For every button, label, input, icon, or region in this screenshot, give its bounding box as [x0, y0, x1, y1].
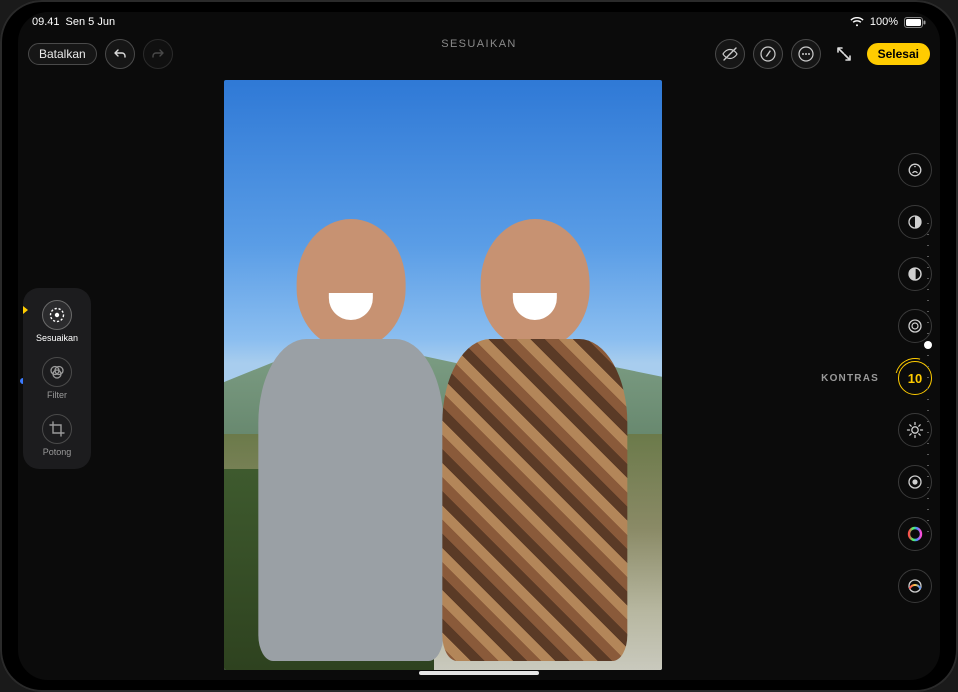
- adjust-icon: [42, 300, 72, 330]
- mode-panel: Sesuaikan Filter Potong: [23, 288, 91, 469]
- left-mode-strip: Sesuaikan Filter Potong: [18, 76, 96, 680]
- fullscreen-button[interactable]: [829, 39, 859, 69]
- crop-icon: [42, 414, 72, 444]
- mode-heading: SESUAIKAN: [441, 38, 517, 50]
- adjust-vibrance-button[interactable]: [898, 569, 932, 603]
- mode-adjust[interactable]: Sesuaikan: [29, 296, 85, 347]
- home-indicator[interactable]: [419, 671, 539, 675]
- cancel-button[interactable]: Batalkan: [28, 43, 97, 65]
- filter-icon: [42, 357, 72, 387]
- status-date: Sen 5 Jun: [66, 16, 116, 28]
- mode-adjust-label: Sesuaikan: [36, 333, 78, 343]
- battery-icon: [904, 17, 926, 28]
- work-area: Sesuaikan Filter Potong: [18, 76, 940, 680]
- more-button[interactable]: [791, 39, 821, 69]
- undo-button[interactable]: [105, 39, 135, 69]
- adjust-value-slider[interactable]: [914, 223, 940, 533]
- edited-photo: [224, 80, 662, 670]
- visibility-toggle-button[interactable]: [715, 39, 745, 69]
- battery-percent: 100%: [870, 16, 898, 28]
- done-button[interactable]: Selesai: [867, 43, 930, 65]
- photo-canvas[interactable]: [96, 76, 790, 680]
- adjust-auto-button[interactable]: [898, 153, 932, 187]
- slider-thumb-icon: [924, 341, 932, 349]
- status-time: 09.41: [32, 16, 60, 28]
- ipad-device-frame: 09.41 Sen 5 Jun 100% Batalkan: [0, 0, 958, 692]
- mode-crop-label: Potong: [43, 447, 72, 457]
- markup-button[interactable]: [753, 39, 783, 69]
- wifi-icon: [850, 17, 864, 27]
- status-bar: 09.41 Sen 5 Jun 100%: [18, 12, 940, 32]
- right-adjust-strip: KONTRAS 10: [790, 76, 940, 680]
- screen: 09.41 Sen 5 Jun 100% Batalkan: [18, 12, 940, 680]
- mode-filter[interactable]: Filter: [29, 353, 85, 404]
- active-indicator-icon: [23, 306, 28, 314]
- mode-filter-label: Filter: [47, 390, 67, 400]
- redo-button[interactable]: [143, 39, 173, 69]
- mode-crop[interactable]: Potong: [29, 410, 85, 461]
- adjust-active-label: KONTRAS: [821, 373, 879, 384]
